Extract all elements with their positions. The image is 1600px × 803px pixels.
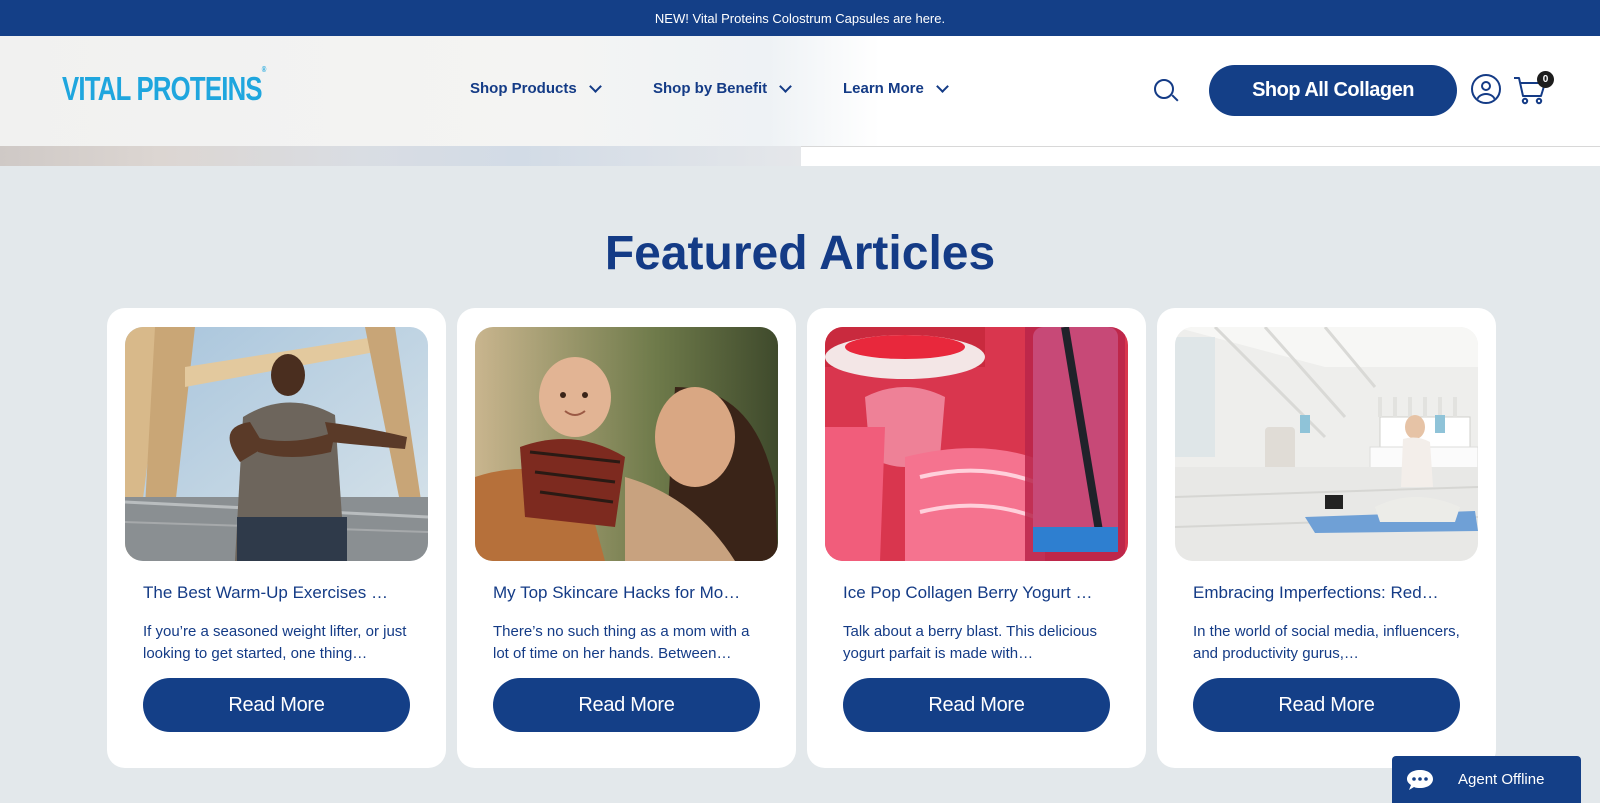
announcement-bar: NEW! Vital Proteins Colostrum Capsules a… (0, 0, 1600, 36)
article-image[interactable] (825, 327, 1128, 561)
shop-all-collagen-button[interactable]: Shop All Collagen (1209, 65, 1457, 116)
article-card: My Top Skincare Hacks for Mo… There’s no… (457, 308, 796, 768)
announcement-link[interactable]: NEW! Vital Proteins Colostrum Capsules a… (655, 11, 945, 26)
cart-count-badge: 0 (1537, 71, 1554, 88)
article-image[interactable] (1175, 327, 1478, 561)
article-title[interactable]: Ice Pop Collagen Berry Yogurt … (843, 583, 1111, 603)
article-image[interactable] (475, 327, 778, 561)
hero-image-strip (0, 146, 801, 166)
article-title[interactable]: The Best Warm-Up Exercises … (143, 583, 411, 603)
nav-shop-products[interactable]: Shop Products (470, 79, 602, 97)
chevron-down-icon (588, 79, 602, 93)
article-excerpt: There’s no such thing as a mom with a lo… (493, 623, 750, 662)
hero-panel (801, 146, 1600, 166)
search-icon[interactable] (1153, 78, 1179, 104)
account-icon[interactable] (1471, 74, 1501, 104)
article-card: Ice Pop Collagen Berry Yogurt … Talk abo… (807, 308, 1146, 768)
chevron-down-icon (779, 79, 793, 93)
read-more-button[interactable]: Read More (143, 678, 410, 732)
site-header: VITAL PROTEINS® Shop Products Shop by Be… (0, 36, 1600, 146)
article-card: Embracing Imperfections: Red… In the wor… (1157, 308, 1496, 768)
article-excerpt: Talk about a berry blast. This delicious… (843, 623, 1098, 662)
nav-learn-more[interactable]: Learn More (843, 79, 949, 97)
article-image[interactable] (125, 327, 428, 561)
nav-learn-more-label: Learn More (843, 80, 924, 97)
article-title[interactable]: My Top Skincare Hacks for Mo… (493, 583, 761, 603)
nav-shop-products-label: Shop Products (470, 80, 577, 97)
logo-registered-mark: ® (261, 65, 267, 74)
chat-bubble-icon (1407, 770, 1433, 790)
logo[interactable]: VITAL PROTEINS® (62, 65, 266, 108)
read-more-button[interactable]: Read More (1193, 678, 1460, 732)
logo-text: VITAL PROTEINS (62, 70, 263, 107)
read-more-button[interactable]: Read More (843, 678, 1110, 732)
read-more-button[interactable]: Read More (493, 678, 760, 732)
article-card: The Best Warm-Up Exercises … If you’re a… (107, 308, 446, 768)
chevron-down-icon (935, 79, 949, 93)
article-excerpt: In the world of social media, influencer… (1193, 623, 1460, 662)
article-excerpt: If you’re a seasoned weight lifter, or j… (143, 623, 407, 662)
article-title[interactable]: Embracing Imperfections: Red… (1193, 583, 1461, 603)
nav-shop-by-benefit[interactable]: Shop by Benefit (653, 79, 793, 97)
chat-widget[interactable]: Agent Offline (1392, 756, 1581, 803)
chat-status-label: Agent Offline (1458, 771, 1545, 788)
nav-shop-by-benefit-label: Shop by Benefit (653, 80, 768, 97)
section-title: Featured Articles (604, 227, 996, 280)
